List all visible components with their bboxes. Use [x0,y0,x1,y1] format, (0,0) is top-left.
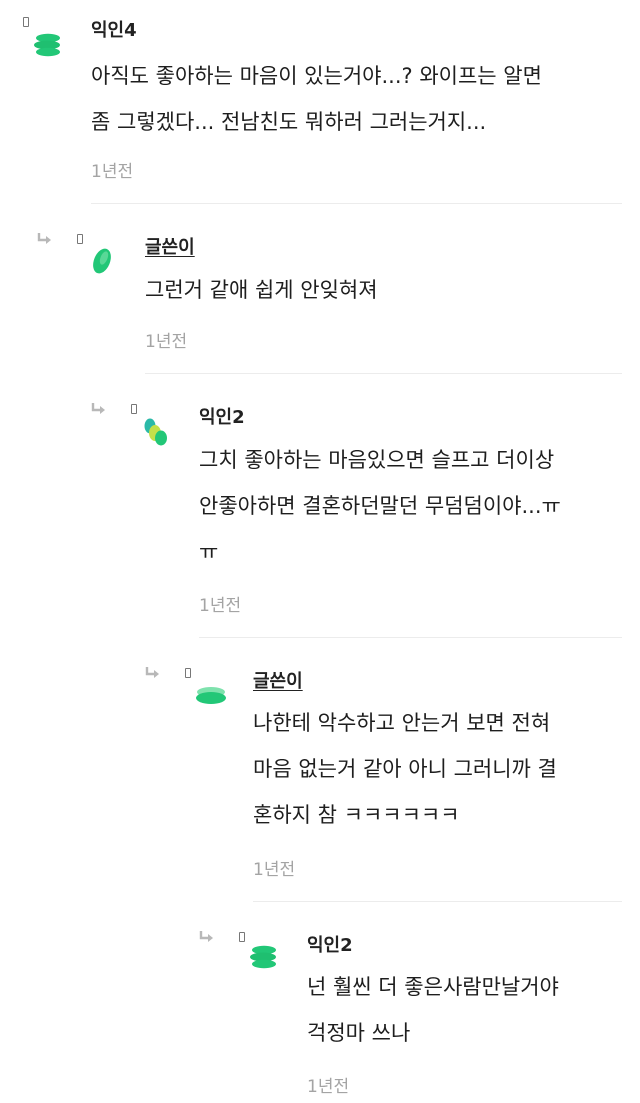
reply-arrow-icon [145,667,159,678]
missing-glyph-icon [77,234,83,244]
comment-text-line: 아직도 좋아하는 마음이 있는거야...? 와이프는 알면 [91,64,542,88]
divider [253,901,622,902]
comment-timestamp: 1년전 [145,332,188,352]
missing-glyph-icon [131,404,137,414]
comment-author[interactable]: 익인2 [307,931,353,957]
comment-timestamp: 1년전 [253,860,296,880]
comment-text-line: 걱정마 쓰나 [307,1021,411,1045]
green-stack-avatar-icon[interactable] [32,30,66,64]
comment-text: 나한테 악수하고 안는거 보면 전혀 마음 없는거 같아 아니 그러니까 결 혼… [253,700,557,838]
comment-timestamp: 1년전 [307,1077,350,1097]
divider [91,203,622,204]
comment-text-line: 나한테 악수하고 안는거 보면 전혀 [253,711,551,735]
comment-author[interactable]: 익인2 [199,403,245,429]
comment-author[interactable]: 글쓴이 [145,233,195,259]
comment-text: 그런거 같애 쉽게 안잊혀져 [145,267,378,313]
comment-text-line: ㅠ [199,540,219,564]
reply-arrow-icon [91,403,105,414]
comment-timestamp: 1년전 [91,162,134,182]
reply-arrow-icon [199,931,213,942]
tri-color-dots-avatar-icon[interactable] [140,414,174,448]
comment-text-line: 그치 좋아하는 마음있으면 슬프고 더이상 [199,448,555,472]
divider [199,637,622,638]
comment-author[interactable]: 글쓴이 [253,667,303,693]
missing-glyph-icon [23,17,29,27]
comment-text: 아직도 좋아하는 마음이 있는거야...? 와이프는 알면 좀 그렇겠다... … [91,53,542,145]
missing-glyph-icon [239,932,245,942]
comment-author[interactable]: 익인4 [91,16,137,42]
reply-arrow-icon [37,233,51,244]
green-disc-avatar-icon[interactable] [194,678,228,712]
divider [145,373,622,374]
comment-text: 그치 좋아하는 마음있으면 슬프고 더이상 안좋아하면 결혼하던말던 무덤덤이야… [199,437,561,575]
comment-text: 넌 훨씬 더 좋은사람만날거야 걱정마 쓰나 [307,964,559,1056]
comment-text-line: 좀 그렇겠다... 전남친도 뭐하러 그러는거지... [91,110,487,134]
comment-text-line: 안좋아하면 결혼하던말던 무덤덤이야...ㅠ [199,494,561,518]
missing-glyph-icon [185,668,191,678]
comment-text-line: 넌 훨씬 더 좋은사람만날거야 [307,975,559,999]
green-leaf-avatar-icon[interactable] [86,244,120,278]
comment-text-line: 마음 없는거 같아 아니 그러니까 결 [253,757,557,781]
comment-text-line: 혼하지 참 ㅋㅋㅋㅋㅋㅋ [253,803,460,827]
comment-timestamp: 1년전 [199,596,242,616]
comment-text-line: 그런거 같애 쉽게 안잊혀져 [145,278,378,302]
green-stack-avatar-icon[interactable] [248,942,282,976]
